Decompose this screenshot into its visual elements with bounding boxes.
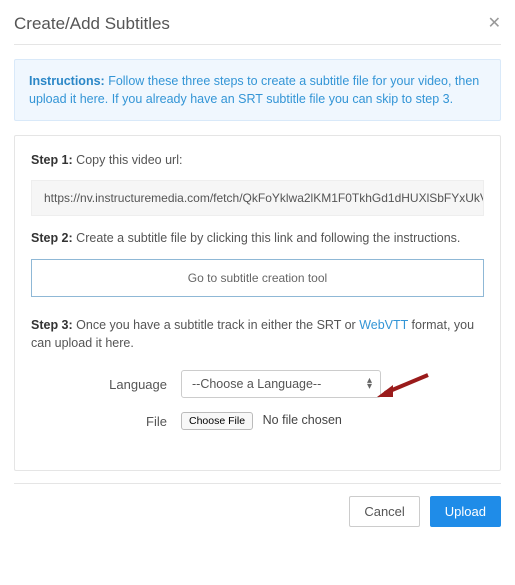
cancel-button[interactable]: Cancel xyxy=(349,496,419,527)
file-label: File xyxy=(31,414,181,429)
instructions-label: Instructions: xyxy=(29,74,105,88)
step3-text-before: Once you have a subtitle track in either… xyxy=(76,318,359,332)
subtitle-creation-tool-button[interactable]: Go to subtitle creation tool xyxy=(31,259,484,297)
file-status: No file chosen xyxy=(263,413,342,427)
step3-label: Step 3: xyxy=(31,318,73,332)
step2-line: Step 2: Create a subtitle file by clicki… xyxy=(31,230,484,248)
instructions-panel: Instructions: Follow these three steps t… xyxy=(14,59,501,121)
step3-line: Step 3: Once you have a subtitle track i… xyxy=(31,317,484,352)
webvtt-link[interactable]: WebVTT xyxy=(359,318,408,332)
close-icon[interactable]: ✕ xyxy=(488,16,501,32)
file-input-wrap: Choose File No file chosen xyxy=(181,412,342,430)
modal-title: Create/Add Subtitles xyxy=(14,14,170,34)
step2-text: Create a subtitle file by clicking this … xyxy=(76,231,460,245)
chevron-updown-icon: ▴▾ xyxy=(367,378,372,390)
modal-footer: Cancel Upload xyxy=(0,484,515,539)
upload-button[interactable]: Upload xyxy=(430,496,501,527)
step2-label: Step 2: xyxy=(31,231,73,245)
file-row: File Choose File No file chosen xyxy=(31,412,484,430)
step1-label: Step 1: xyxy=(31,153,73,167)
modal-header: Create/Add Subtitles ✕ xyxy=(14,14,501,45)
choose-file-button[interactable]: Choose File xyxy=(181,412,253,430)
language-row: Language --Choose a Language-- ▴▾ xyxy=(31,370,484,398)
step1-text: Copy this video url: xyxy=(76,153,182,167)
step1-line: Step 1: Copy this video url: xyxy=(31,152,484,170)
language-label: Language xyxy=(31,377,181,392)
steps-panel: Step 1: Copy this video url: https://nv.… xyxy=(14,135,501,471)
language-select[interactable]: --Choose a Language-- ▴▾ xyxy=(181,370,381,398)
language-select-value: --Choose a Language-- xyxy=(192,377,321,391)
video-url-box[interactable]: https://nv.instructuremedia.com/fetch/Qk… xyxy=(31,180,484,216)
